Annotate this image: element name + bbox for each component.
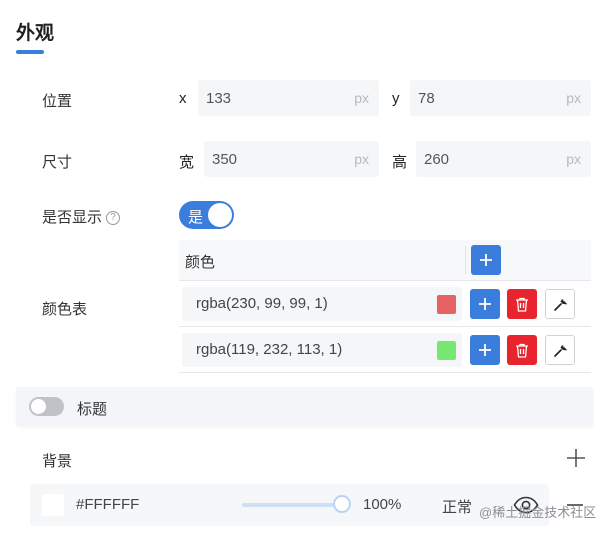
opacity-slider-handle[interactable] [333, 495, 351, 513]
color-value-field[interactable]: rgba(230, 99, 99, 1) [182, 287, 462, 321]
delete-row-button[interactable] [507, 289, 537, 319]
watermark: @稀土掘金技术社区 [479, 505, 597, 520]
opacity-slider[interactable] [242, 503, 342, 507]
y-input-unit: px [566, 90, 581, 106]
height-input-unit: px [566, 151, 581, 167]
section-title-underline [16, 50, 44, 54]
edit-row-button[interactable] [545, 289, 575, 319]
add-color-button[interactable] [471, 245, 501, 275]
blend-mode-select[interactable]: 正常 [442, 496, 472, 517]
visibility-label: 是否显示? [42, 206, 121, 227]
toggle-knob [31, 399, 46, 414]
opacity-value: 100% [363, 496, 402, 513]
background-label: 背景 [42, 453, 73, 470]
width-input-value: 350 [212, 150, 238, 168]
color-column-header: 颜色 [185, 254, 216, 271]
height-input-value: 260 [424, 150, 450, 168]
size-label: 尺寸 [42, 154, 73, 171]
plus-icon [479, 344, 491, 356]
add-background-icon[interactable] [566, 448, 586, 468]
delete-row-button[interactable] [507, 335, 537, 365]
wrench-icon [553, 298, 567, 311]
color-row: rgba(119, 232, 113, 1) [179, 327, 591, 373]
color-table-label: 颜色表 [42, 301, 88, 318]
trash-icon [516, 297, 528, 312]
background-hex-value[interactable]: #FFFFFF [76, 496, 139, 513]
visibility-label-text: 是否显示 [42, 209, 103, 226]
title-section-bar[interactable]: 标题 [16, 387, 593, 425]
trash-icon [516, 343, 528, 358]
color-table-header: 颜色 [179, 240, 591, 281]
y-input-value: 78 [418, 89, 435, 107]
background-color-swatch[interactable] [42, 494, 64, 516]
visibility-toggle-text: 是 [188, 209, 204, 226]
add-row-button[interactable] [470, 335, 500, 365]
plus-icon [480, 254, 492, 266]
edit-row-button[interactable] [545, 335, 575, 365]
y-input[interactable]: 78 px [410, 80, 591, 116]
wrench-icon [553, 344, 567, 357]
x-label: x [179, 90, 187, 107]
height-label: 高 [392, 154, 408, 171]
header-divider [465, 246, 466, 274]
plus-icon [479, 298, 491, 310]
x-input-value: 133 [206, 89, 232, 107]
title-toggle[interactable] [29, 397, 64, 416]
color-value-field[interactable]: rgba(119, 232, 113, 1) [182, 333, 462, 367]
color-swatch[interactable] [437, 295, 456, 314]
visibility-toggle[interactable]: 是 [179, 201, 234, 229]
position-label: 位置 [42, 93, 73, 110]
section-title: 外观 [16, 23, 55, 44]
x-input-unit: px [354, 90, 369, 106]
width-label: 宽 [179, 154, 195, 171]
height-input[interactable]: 260 px [416, 141, 591, 177]
width-input[interactable]: 350 px [204, 141, 379, 177]
help-icon[interactable]: ? [106, 210, 121, 225]
background-layer-row: #FFFFFF 100% 正常 [30, 484, 549, 526]
color-swatch[interactable] [437, 341, 456, 360]
y-label: y [392, 90, 400, 107]
color-row: rgba(230, 99, 99, 1) [179, 281, 591, 327]
title-section-label: 标题 [77, 401, 108, 418]
width-input-unit: px [354, 151, 369, 167]
add-row-button[interactable] [470, 289, 500, 319]
toggle-knob [208, 203, 232, 227]
x-input[interactable]: 133 px [198, 80, 379, 116]
